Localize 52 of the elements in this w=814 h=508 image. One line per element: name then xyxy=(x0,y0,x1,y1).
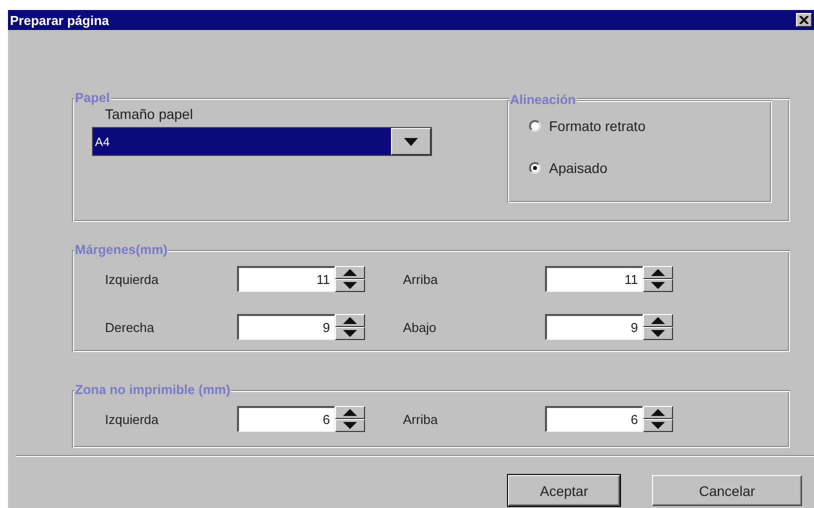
number-field[interactable]: 11 xyxy=(545,266,643,292)
down-arrow-icon xyxy=(651,330,665,337)
radio-button[interactable] xyxy=(529,162,541,174)
number-field[interactable]: 11 xyxy=(237,266,335,292)
up-arrow-icon xyxy=(343,409,357,416)
spin-down-button[interactable] xyxy=(643,327,673,340)
up-arrow-icon xyxy=(651,269,665,276)
field-label: Arriba xyxy=(403,412,439,426)
spin-down-button[interactable] xyxy=(335,327,365,340)
window-title: Preparar página xyxy=(10,12,109,28)
spin-up-button[interactable] xyxy=(643,406,673,419)
number-field[interactable]: 9 xyxy=(545,314,643,340)
dialog-button[interactable]: Aceptar xyxy=(508,475,620,506)
spin-up-button[interactable] xyxy=(643,266,673,279)
field-label: Arriba xyxy=(403,272,439,286)
number-field[interactable]: 6 xyxy=(237,406,335,432)
group-legend: Zona no imprimible (mm) xyxy=(74,382,232,397)
spin-up-button[interactable] xyxy=(335,314,365,327)
spin-up-button[interactable] xyxy=(335,406,365,419)
number-field[interactable]: 6 xyxy=(545,406,643,432)
close-icon xyxy=(799,16,809,24)
spin-up-button[interactable] xyxy=(335,266,365,279)
close-button[interactable] xyxy=(796,13,812,27)
down-arrow-icon xyxy=(343,422,357,429)
field-label: Derecha xyxy=(105,320,156,334)
group-legend: Papel xyxy=(74,90,111,105)
up-arrow-icon xyxy=(651,317,665,324)
down-arrow-icon xyxy=(343,282,357,289)
paper-size-dropdown[interactable]: A4 xyxy=(92,127,432,156)
dialog-button[interactable]: Cancelar xyxy=(652,475,802,506)
up-arrow-icon xyxy=(343,269,357,276)
group-legend: Alineación xyxy=(509,92,577,107)
spin-up-button[interactable] xyxy=(643,314,673,327)
down-arrow-icon xyxy=(651,422,665,429)
spin-down-button[interactable] xyxy=(335,419,365,432)
down-arrow-icon xyxy=(651,282,665,289)
spin-down-button[interactable] xyxy=(643,419,673,432)
radio-label[interactable]: Apaisado xyxy=(549,160,608,176)
down-arrow-icon xyxy=(343,330,357,337)
field-label: Abajo xyxy=(403,320,438,334)
spin-down-button[interactable] xyxy=(643,279,673,292)
radio-button[interactable] xyxy=(529,120,541,132)
field-label: Izquierda xyxy=(105,412,160,426)
group-legend: Márgenes(mm) xyxy=(74,242,168,257)
field-label: Tamaño papel xyxy=(105,106,194,122)
radio-label[interactable]: Formato retrato xyxy=(549,118,646,134)
spin-down-button[interactable] xyxy=(335,279,365,292)
up-arrow-icon xyxy=(343,317,357,324)
up-arrow-icon xyxy=(651,409,665,416)
number-field[interactable]: 9 xyxy=(237,314,335,340)
caret-icon xyxy=(404,138,418,146)
field-label: Izquierda xyxy=(105,272,160,286)
